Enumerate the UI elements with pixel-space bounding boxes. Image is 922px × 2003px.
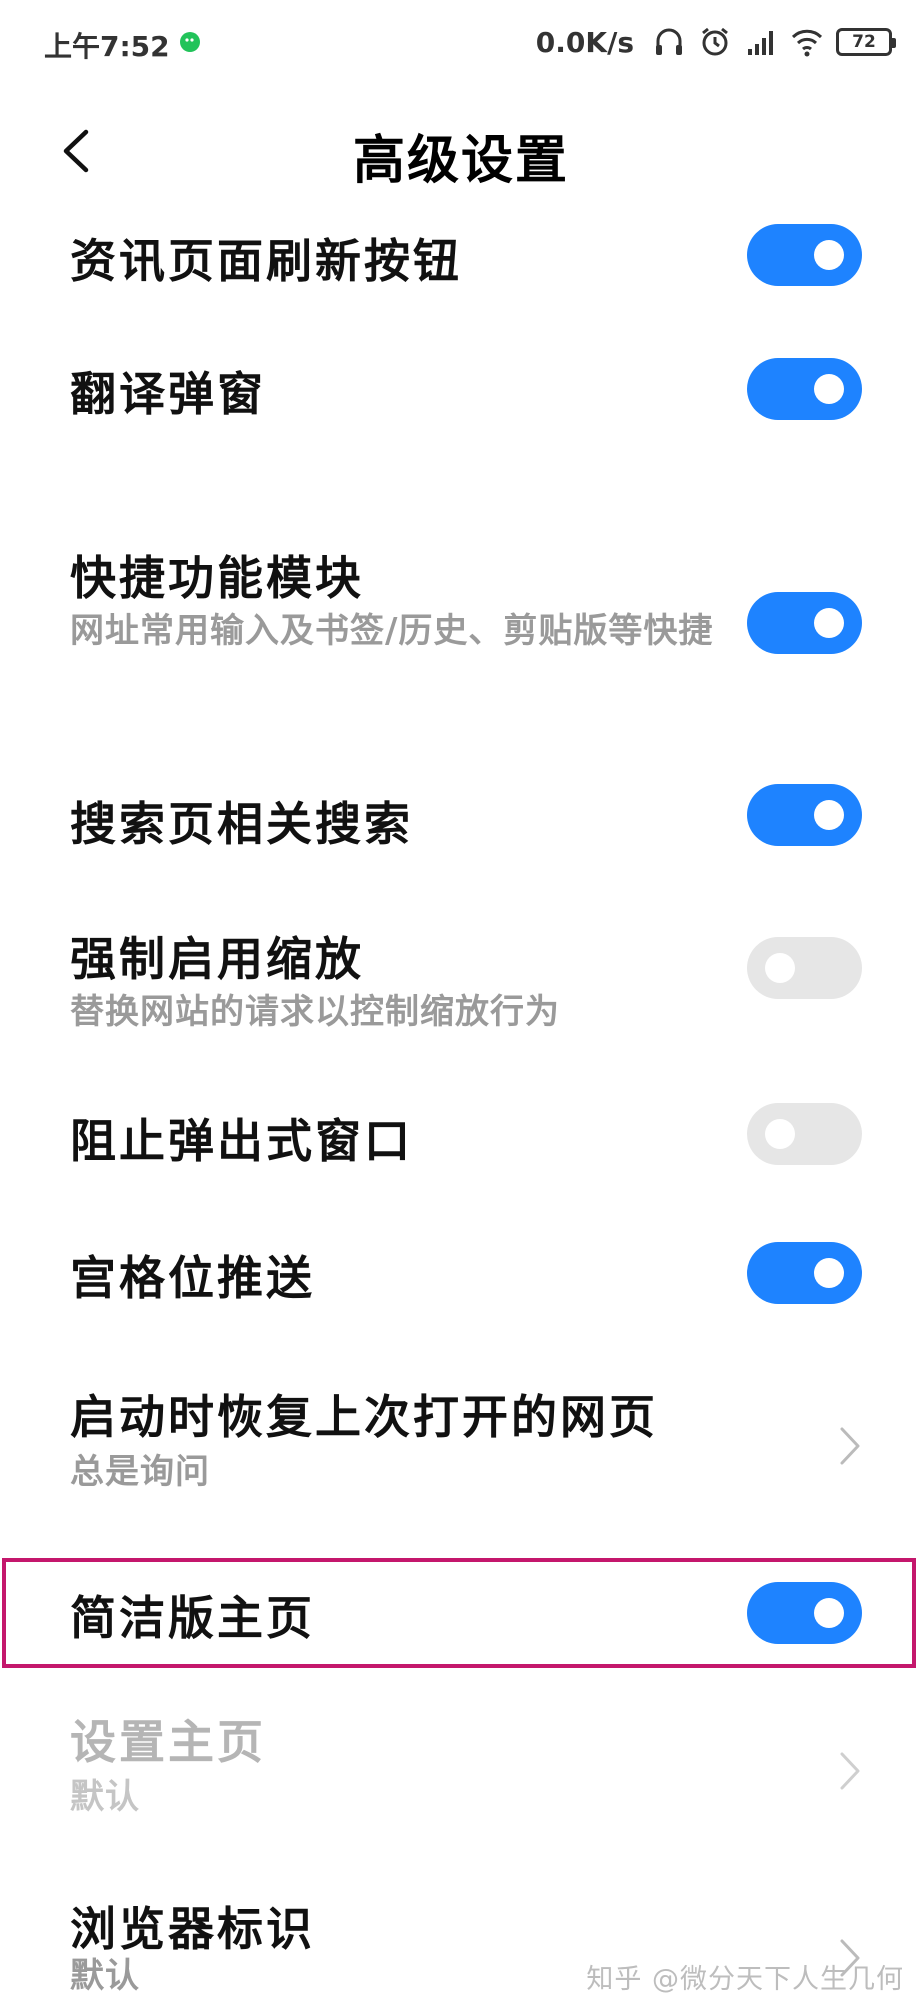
- setting-translate-popup[interactable]: 翻译弹窗: [0, 330, 922, 440]
- battery-level: 72: [852, 32, 876, 52]
- toggle-knob: [814, 1258, 844, 1288]
- setting-subtitle: 网址常用输入及书签/历史、剪贴版等快捷: [70, 611, 714, 651]
- headset-icon: [656, 28, 682, 55]
- setting-restore-last-pages[interactable]: 启动时恢复上次打开的网页 总是询问: [0, 1375, 922, 1525]
- toggle-knob: [765, 1119, 795, 1149]
- signal-icon: [748, 31, 773, 55]
- setting-grid-push[interactable]: 宫格位推送: [0, 1220, 922, 1330]
- toggle-switch[interactable]: [747, 937, 862, 999]
- setting-title: 强制启用缩放: [70, 932, 364, 986]
- status-icons: 0.0K/s 72: [535, 22, 896, 62]
- setting-subtitle: 总是询问: [70, 1452, 210, 1492]
- toggle-switch[interactable]: [747, 1242, 862, 1304]
- watermark: 知乎 @微分天下人生几何: [586, 1964, 904, 1995]
- setting-subtitle: 默认: [70, 1777, 140, 1817]
- setting-search-related[interactable]: 搜索页相关搜索: [0, 760, 922, 870]
- setting-title: 资讯页面刷新按钮: [70, 234, 462, 288]
- wifi-icon: [791, 29, 823, 57]
- setting-title: 简洁版主页: [70, 1591, 315, 1645]
- toggle-switch[interactable]: [747, 592, 862, 654]
- setting-title: 启动时恢复上次打开的网页: [70, 1390, 658, 1444]
- toggle-knob: [814, 240, 844, 270]
- setting-quick-function-module[interactable]: 快捷功能模块 网址常用输入及书签/历史、剪贴版等快捷: [0, 530, 922, 710]
- toggle-switch[interactable]: [747, 358, 862, 420]
- wechat-icon: [180, 32, 200, 52]
- toggle-knob: [814, 1598, 844, 1628]
- page-title: 高级设置: [352, 131, 569, 191]
- setting-news-refresh-button[interactable]: 资讯页面刷新按钮: [0, 200, 922, 310]
- toggle-switch[interactable]: [747, 224, 862, 286]
- setting-simple-homepage[interactable]: 简洁版主页: [0, 1560, 922, 1666]
- toggle-switch[interactable]: [747, 784, 862, 846]
- chevron-right-icon: [840, 1427, 860, 1465]
- status-bar: 上午7:52 0.0K/s 72: [0, 0, 922, 90]
- setting-subtitle: 替换网站的请求以控制缩放行为: [70, 992, 560, 1032]
- setting-force-zoom[interactable]: 强制启用缩放 替换网站的请求以控制缩放行为: [0, 915, 922, 1065]
- setting-title: 快捷功能模块: [70, 551, 364, 605]
- status-time: 上午7:52: [44, 30, 170, 63]
- alarm-icon: [702, 27, 728, 56]
- toggle-knob: [814, 374, 844, 404]
- toggle-switch[interactable]: [747, 1103, 862, 1165]
- toggle-knob: [814, 800, 844, 830]
- setting-title: 搜索页相关搜索: [70, 797, 413, 851]
- network-speed: 0.0K/s: [535, 25, 634, 59]
- setting-title: 设置主页: [70, 1715, 266, 1769]
- setting-homepage[interactable]: 设置主页 默认: [0, 1700, 922, 1850]
- battery-icon: 72: [836, 28, 896, 56]
- setting-title: 阻止弹出式窗口: [70, 1114, 413, 1168]
- chevron-right-icon: [840, 1752, 860, 1790]
- toggle-knob: [814, 608, 844, 638]
- toggle-switch[interactable]: [747, 1582, 862, 1644]
- toggle-knob: [765, 953, 795, 983]
- setting-title: 翻译弹窗: [70, 367, 266, 421]
- setting-title: 宫格位推送: [70, 1251, 315, 1305]
- setting-block-popups[interactable]: 阻止弹出式窗口: [0, 1085, 922, 1195]
